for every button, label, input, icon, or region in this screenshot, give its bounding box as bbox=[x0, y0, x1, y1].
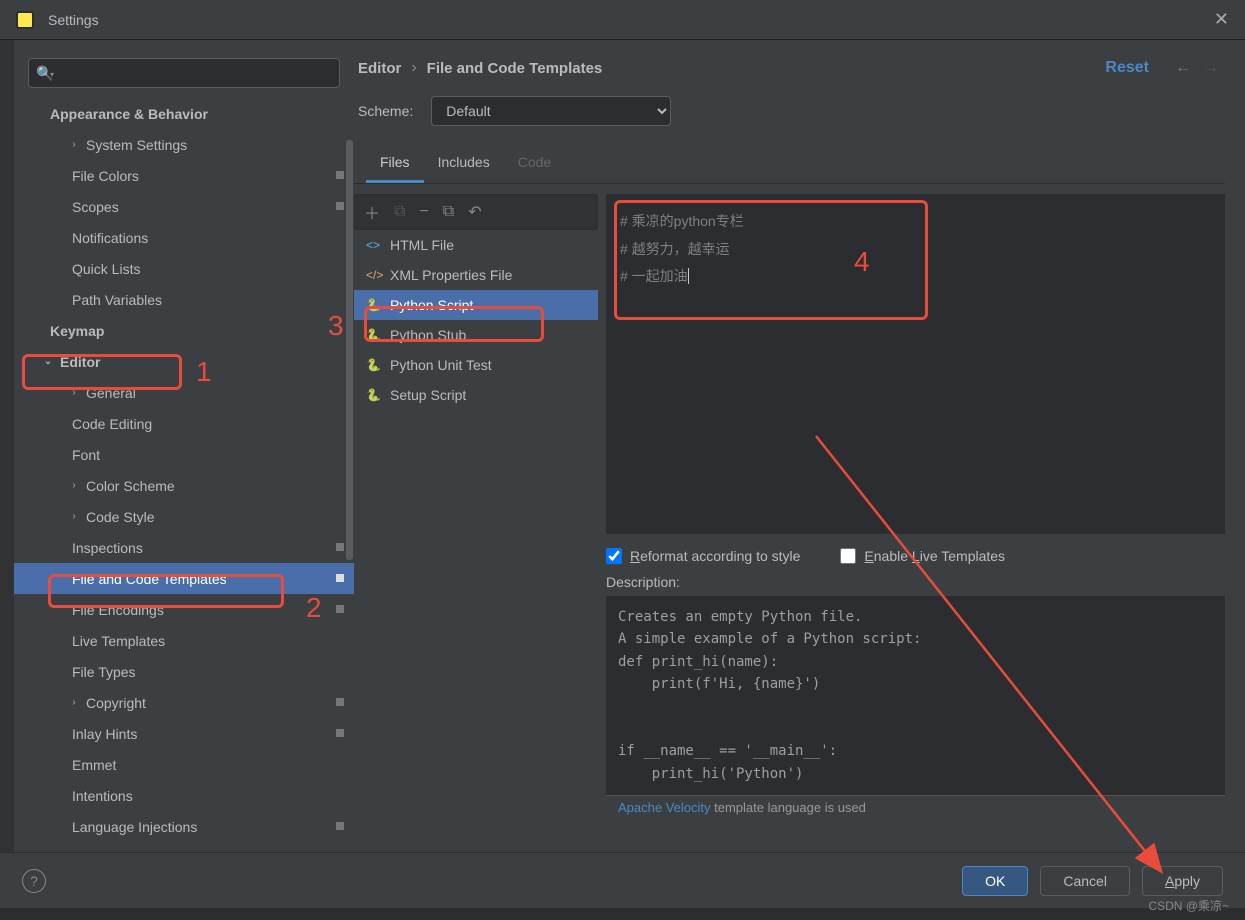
tree-inlay-hints[interactable]: Inlay Hints bbox=[14, 718, 354, 749]
tree-path-variables[interactable]: Path Variables bbox=[14, 284, 354, 315]
annotation-label-1: 1 bbox=[196, 356, 212, 388]
tree-copyright[interactable]: Copyright bbox=[14, 687, 354, 718]
tree-quick-lists[interactable]: Quick Lists bbox=[14, 253, 354, 284]
reset-button[interactable]: Reset bbox=[1105, 59, 1149, 77]
file-xml[interactable]: </>XML Properties File bbox=[354, 260, 598, 290]
footer: ? OK Cancel Apply bbox=[0, 852, 1245, 908]
enable-live-checkbox[interactable]: Enable Live Templates bbox=[840, 548, 1005, 564]
titlebar: Settings ✕ bbox=[0, 0, 1245, 40]
main-panel: Editor › File and Code Templates Reset ←… bbox=[354, 40, 1245, 852]
file-toolbar: ＋ ⧉ − ⧉ ↶ bbox=[354, 194, 598, 230]
tree-code-editing[interactable]: Code Editing bbox=[14, 408, 354, 439]
annotation-label-4: 4 bbox=[854, 246, 870, 278]
tree-notifications[interactable]: Notifications bbox=[14, 222, 354, 253]
scheme-row: Scheme: Default bbox=[354, 96, 1225, 126]
file-python-stub[interactable]: 🐍Python Stub bbox=[354, 320, 598, 350]
tree-keymap[interactable]: Keymap bbox=[14, 315, 354, 346]
tree-code-style[interactable]: Code Style bbox=[14, 501, 354, 532]
velocity-link[interactable]: Apache Velocity bbox=[618, 800, 711, 815]
file-setup[interactable]: 🐍Setup Script bbox=[354, 380, 598, 410]
tree-appearance[interactable]: Appearance & Behavior bbox=[14, 98, 354, 129]
breadcrumb: Editor › File and Code Templates Reset ←… bbox=[354, 40, 1225, 96]
sidebar-scrollbar[interactable] bbox=[346, 140, 354, 840]
file-list-column: ＋ ⧉ − ⧉ ↶ <>HTML File </>XML Properties … bbox=[354, 194, 598, 852]
add-icon[interactable]: ＋ bbox=[364, 200, 380, 224]
tree-live-templates[interactable]: Live Templates bbox=[14, 625, 354, 656]
search-wrap: 🔍 ▾ bbox=[28, 58, 340, 88]
tree-file-templates[interactable]: File and Code Templates bbox=[14, 563, 354, 594]
tree-color-scheme[interactable]: Color Scheme bbox=[14, 470, 354, 501]
watermark: CSDN @乘凉~ bbox=[1148, 897, 1229, 914]
tree-emmet[interactable]: Emmet bbox=[14, 749, 354, 780]
tree-file-colors[interactable]: File Colors bbox=[14, 160, 354, 191]
help-icon[interactable]: ? bbox=[22, 869, 46, 893]
scheme-label: Scheme: bbox=[358, 103, 413, 119]
app-icon bbox=[16, 11, 34, 29]
tree-font[interactable]: Font bbox=[14, 439, 354, 470]
crumb-templates: File and Code Templates bbox=[427, 60, 603, 77]
file-python-script[interactable]: 🐍Python Script bbox=[354, 290, 598, 320]
tree-intentions[interactable]: Intentions bbox=[14, 780, 354, 811]
crumb-sep: › bbox=[411, 59, 416, 77]
file-html[interactable]: <>HTML File bbox=[354, 230, 598, 260]
close-icon[interactable]: ✕ bbox=[1214, 9, 1229, 30]
remove-icon[interactable]: − bbox=[419, 203, 428, 221]
description-box: Creates an empty Python file. A simple e… bbox=[606, 596, 1225, 795]
left-gutter bbox=[0, 40, 14, 852]
tree-file-encodings[interactable]: File Encodings bbox=[14, 594, 354, 625]
tab-code: Code bbox=[504, 144, 565, 183]
window-title: Settings bbox=[48, 12, 99, 28]
tabs: Files Includes Code bbox=[354, 144, 1225, 184]
tab-includes[interactable]: Includes bbox=[424, 144, 504, 183]
tree-scopes[interactable]: Scopes bbox=[14, 191, 354, 222]
ok-button[interactable]: OK bbox=[962, 866, 1028, 896]
file-list: <>HTML File </>XML Properties File 🐍Pyth… bbox=[354, 230, 598, 852]
settings-tree: Appearance & Behavior System Settings Fi… bbox=[14, 98, 354, 852]
tree-general[interactable]: General bbox=[14, 377, 354, 408]
nav-back-icon[interactable]: ← bbox=[1175, 59, 1191, 77]
search-input[interactable] bbox=[28, 58, 340, 88]
velocity-note: Apache Velocity template language is use… bbox=[606, 795, 1225, 819]
file-python-unit[interactable]: 🐍Python Unit Test bbox=[354, 350, 598, 380]
tree-editor[interactable]: Editor bbox=[14, 346, 354, 377]
template-editor[interactable]: # 乘凉的python专栏 # 越努力，越幸运 # 一起加油 bbox=[606, 194, 1225, 534]
undo-icon[interactable]: ↶ bbox=[468, 202, 481, 222]
cancel-button[interactable]: Cancel bbox=[1040, 866, 1130, 896]
crumb-editor[interactable]: Editor bbox=[358, 60, 401, 77]
nav-forward-icon: → bbox=[1203, 59, 1219, 77]
annotation-label-3: 3 bbox=[328, 310, 344, 342]
annotation-label-2: 2 bbox=[306, 592, 322, 624]
reformat-checkbox[interactable]: Reformat according to style bbox=[606, 548, 800, 564]
copy-icon[interactable]: ⧉ bbox=[443, 203, 454, 221]
editor-column: # 乘凉的python专栏 # 越努力，越幸运 # 一起加油 Reformat … bbox=[606, 194, 1225, 852]
tab-files[interactable]: Files bbox=[366, 144, 424, 183]
sidebar: 🔍 ▾ Appearance & Behavior System Setting… bbox=[14, 40, 354, 852]
tree-inspections[interactable]: Inspections bbox=[14, 532, 354, 563]
description-label: Description: bbox=[606, 574, 1225, 590]
search-dropdown-icon[interactable]: ▾ bbox=[50, 70, 54, 79]
copy-template-icon[interactable]: ⧉ bbox=[394, 203, 405, 221]
tree-file-types[interactable]: File Types bbox=[14, 656, 354, 687]
tree-system-settings[interactable]: System Settings bbox=[14, 129, 354, 160]
scheme-select[interactable]: Default bbox=[431, 96, 671, 126]
apply-button[interactable]: Apply bbox=[1142, 866, 1223, 896]
tree-language-injections[interactable]: Language Injections bbox=[14, 811, 354, 842]
